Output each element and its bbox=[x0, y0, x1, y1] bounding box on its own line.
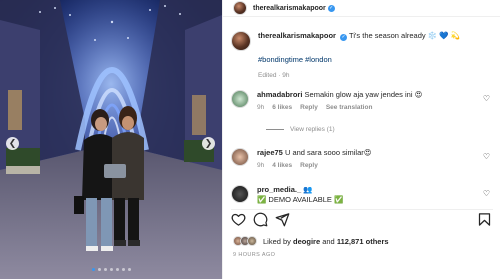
comment-text: U and sara sooo similar😍 bbox=[284, 148, 372, 157]
action-bar bbox=[231, 209, 493, 227]
caption-edited: Edited · 9h bbox=[258, 72, 290, 79]
carousel-dot bbox=[92, 268, 95, 271]
comment-username[interactable]: ahmadabrori bbox=[257, 90, 302, 99]
comment-item: pro_media._ 👥 ✅ DEMO AVAILABLE ✅ bbox=[231, 185, 343, 205]
verified-badge-icon: ✓ bbox=[340, 34, 348, 41]
heart-icon[interactable] bbox=[231, 212, 246, 227]
carousel-dots bbox=[92, 268, 131, 271]
liked-avatars bbox=[233, 236, 257, 246]
commenter-avatar[interactable] bbox=[231, 185, 249, 203]
carousel-dot bbox=[128, 268, 131, 271]
carousel-prev-button[interactable]: ❮ bbox=[6, 137, 19, 150]
caption-text: Ti's the season already ❄️ 💙 💫 bbox=[349, 31, 460, 40]
carousel-dot bbox=[104, 268, 107, 271]
comment-heart-icon[interactable]: ♡ bbox=[483, 189, 490, 198]
post-timestamp: 9 HOURS AGO bbox=[233, 252, 276, 258]
comment-username[interactable]: rajee75 bbox=[257, 148, 283, 157]
view-replies-button[interactable]: View replies (1) bbox=[266, 126, 335, 133]
author-username[interactable]: therealkarismakapoor bbox=[253, 5, 326, 12]
photo-scene bbox=[0, 0, 222, 279]
comment-heart-icon[interactable]: ♡ bbox=[483, 152, 490, 161]
comment-likes[interactable]: 6 likes bbox=[272, 104, 292, 111]
comment-text: ✅ DEMO AVAILABLE ✅ bbox=[257, 195, 344, 204]
commenter-avatar[interactable] bbox=[231, 148, 249, 166]
liked-by-others[interactable]: 112,871 others bbox=[337, 237, 389, 246]
comment-heart-icon[interactable]: ♡ bbox=[483, 94, 490, 103]
comment-text: Semakin glow aja yaw jendes ini 😍 bbox=[304, 90, 423, 99]
comment-time: 9h bbox=[257, 162, 265, 169]
comment-time: 9h bbox=[257, 104, 265, 111]
caption-username[interactable]: therealkarismakapoor bbox=[258, 31, 336, 40]
see-translation-button[interactable]: See translation bbox=[326, 104, 373, 111]
comment-reply-button[interactable]: Reply bbox=[300, 162, 318, 169]
liker-avatar bbox=[247, 236, 257, 246]
caption: therealkarismakapoor ✓ Ti's the season a… bbox=[231, 31, 460, 79]
bookmark-icon[interactable] bbox=[477, 212, 492, 227]
comment-item: rajee75 U and sara sooo similar😍 9h 4 li… bbox=[231, 148, 372, 169]
comment-emoji: 👥 bbox=[303, 185, 313, 194]
liked-by-prefix: Liked by bbox=[263, 236, 291, 246]
liked-by: Liked by deogire and 112,871 others bbox=[233, 236, 389, 246]
liked-by-user[interactable]: deogire bbox=[293, 237, 320, 246]
post-panel: therealkarismakapoor ✓ therealkarismakap… bbox=[222, 0, 500, 279]
carousel-dot bbox=[98, 268, 101, 271]
carousel-dot bbox=[122, 268, 125, 271]
comment-item: ahmadabrori Semakin glow aja yaw jendes … bbox=[231, 90, 422, 111]
view-replies-label: View replies (1) bbox=[290, 126, 335, 133]
liked-by-and: and bbox=[322, 236, 335, 246]
commenter-avatar[interactable] bbox=[231, 90, 249, 108]
post-photo[interactable]: ❮ ❯ bbox=[0, 0, 222, 279]
post-header: therealkarismakapoor ✓ bbox=[223, 0, 500, 17]
author-avatar[interactable] bbox=[233, 1, 247, 15]
caption-hashtags[interactable]: #bondingtime #london bbox=[258, 55, 460, 64]
comment-username[interactable]: pro_media._ bbox=[257, 185, 301, 194]
divider-line bbox=[266, 129, 284, 130]
comment-reply-button[interactable]: Reply bbox=[300, 104, 318, 111]
carousel-dot bbox=[110, 268, 113, 271]
caption-avatar[interactable] bbox=[231, 31, 251, 51]
share-icon[interactable] bbox=[275, 212, 290, 227]
carousel-dot bbox=[116, 268, 119, 271]
comment-icon[interactable] bbox=[253, 212, 268, 227]
carousel-next-button[interactable]: ❯ bbox=[202, 137, 215, 150]
verified-badge-icon: ✓ bbox=[327, 4, 335, 12]
comment-likes[interactable]: 4 likes bbox=[272, 162, 292, 169]
